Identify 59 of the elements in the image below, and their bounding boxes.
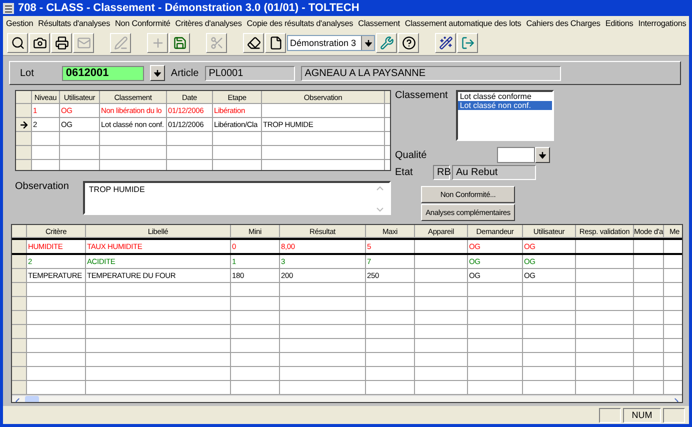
etat-field: Au Rebut: [452, 165, 536, 180]
camera-icon: [32, 36, 46, 50]
menu-item[interactable]: Editions: [605, 19, 634, 28]
toolbar-button[interactable]: [7, 33, 28, 53]
row-header[interactable]: [16, 118, 32, 131]
search-icon: [10, 36, 24, 50]
lot-field[interactable]: 0612001: [62, 66, 144, 80]
toolbar-button[interactable]: [265, 33, 286, 53]
toolbar-button[interactable]: [29, 33, 50, 53]
observation-label: Observation: [15, 181, 69, 194]
article-label: Article: [170, 68, 199, 78]
envelope-icon: [76, 36, 90, 50]
dropdown-arrow-icon: [538, 152, 546, 158]
eraser-icon: [246, 36, 260, 50]
toolbar-button[interactable]: [435, 33, 456, 53]
wand-icon: [438, 36, 452, 50]
dropdown-arrow-icon: [364, 40, 372, 46]
exit-icon: [460, 36, 474, 50]
status-pane: [599, 408, 621, 422]
page-icon: [268, 36, 282, 50]
menu-item[interactable]: Cahiers des Charges: [526, 19, 600, 28]
qualite-field[interactable]: [496, 147, 535, 163]
lot-label: Lot: [20, 68, 34, 78]
window-title: 708 - CLASS - Classement - Démonstration 3.0 (01/01) - TOLTECH: [18, 2, 360, 14]
pen-icon: [114, 36, 128, 50]
article-name-field: AGNEAU A LA PAYSANNE: [300, 66, 561, 80]
app-icon: [3, 2, 14, 14]
num-indicator: NUM: [623, 408, 661, 422]
wrench-icon: [380, 36, 394, 50]
menu-item[interactable]: Gestion: [6, 19, 34, 28]
menu-item[interactable]: Classement: [358, 19, 400, 28]
menu-item[interactable]: Interrogations: [638, 19, 686, 28]
toolbar-button[interactable]: [51, 33, 72, 53]
printer-icon: [54, 36, 68, 50]
menu-item[interactable]: Copie des résultats d'analyses: [246, 19, 354, 28]
etat-label: Etat: [395, 167, 414, 178]
article-code-field: PL0001: [204, 66, 295, 80]
dropdown-arrow-icon: [154, 70, 161, 76]
toolbar-button[interactable]: [398, 33, 419, 53]
menu-item[interactable]: Classement automatique des lots: [404, 19, 522, 28]
dropdown-button[interactable]: [150, 65, 165, 81]
scissors-icon: [210, 36, 224, 50]
plus-icon: [150, 36, 164, 50]
dropdown-button[interactable]: [534, 147, 550, 163]
etat-code-field: RB: [433, 165, 450, 180]
toolbar-button[interactable]: [243, 33, 264, 53]
qualite-label: Qualité: [395, 150, 427, 160]
help-icon: [402, 36, 416, 50]
list-item[interactable]: Lot classé non conf.: [458, 101, 552, 110]
classement-label: Classement: [395, 90, 448, 101]
scrollbar-drawing: [376, 185, 385, 213]
observation-field[interactable]: TROP HUMIDE: [82, 181, 391, 215]
menu-item[interactable]: Non Conformité: [115, 19, 170, 28]
status-pane: [663, 408, 685, 422]
toolbar-button[interactable]: [169, 33, 190, 53]
save-icon: [172, 36, 186, 50]
menu-item[interactable]: Critères d'analyses: [175, 19, 242, 28]
dropdown[interactable]: Démonstration 3: [287, 35, 375, 51]
menu-item[interactable]: Résultats d'analyses: [38, 19, 110, 28]
